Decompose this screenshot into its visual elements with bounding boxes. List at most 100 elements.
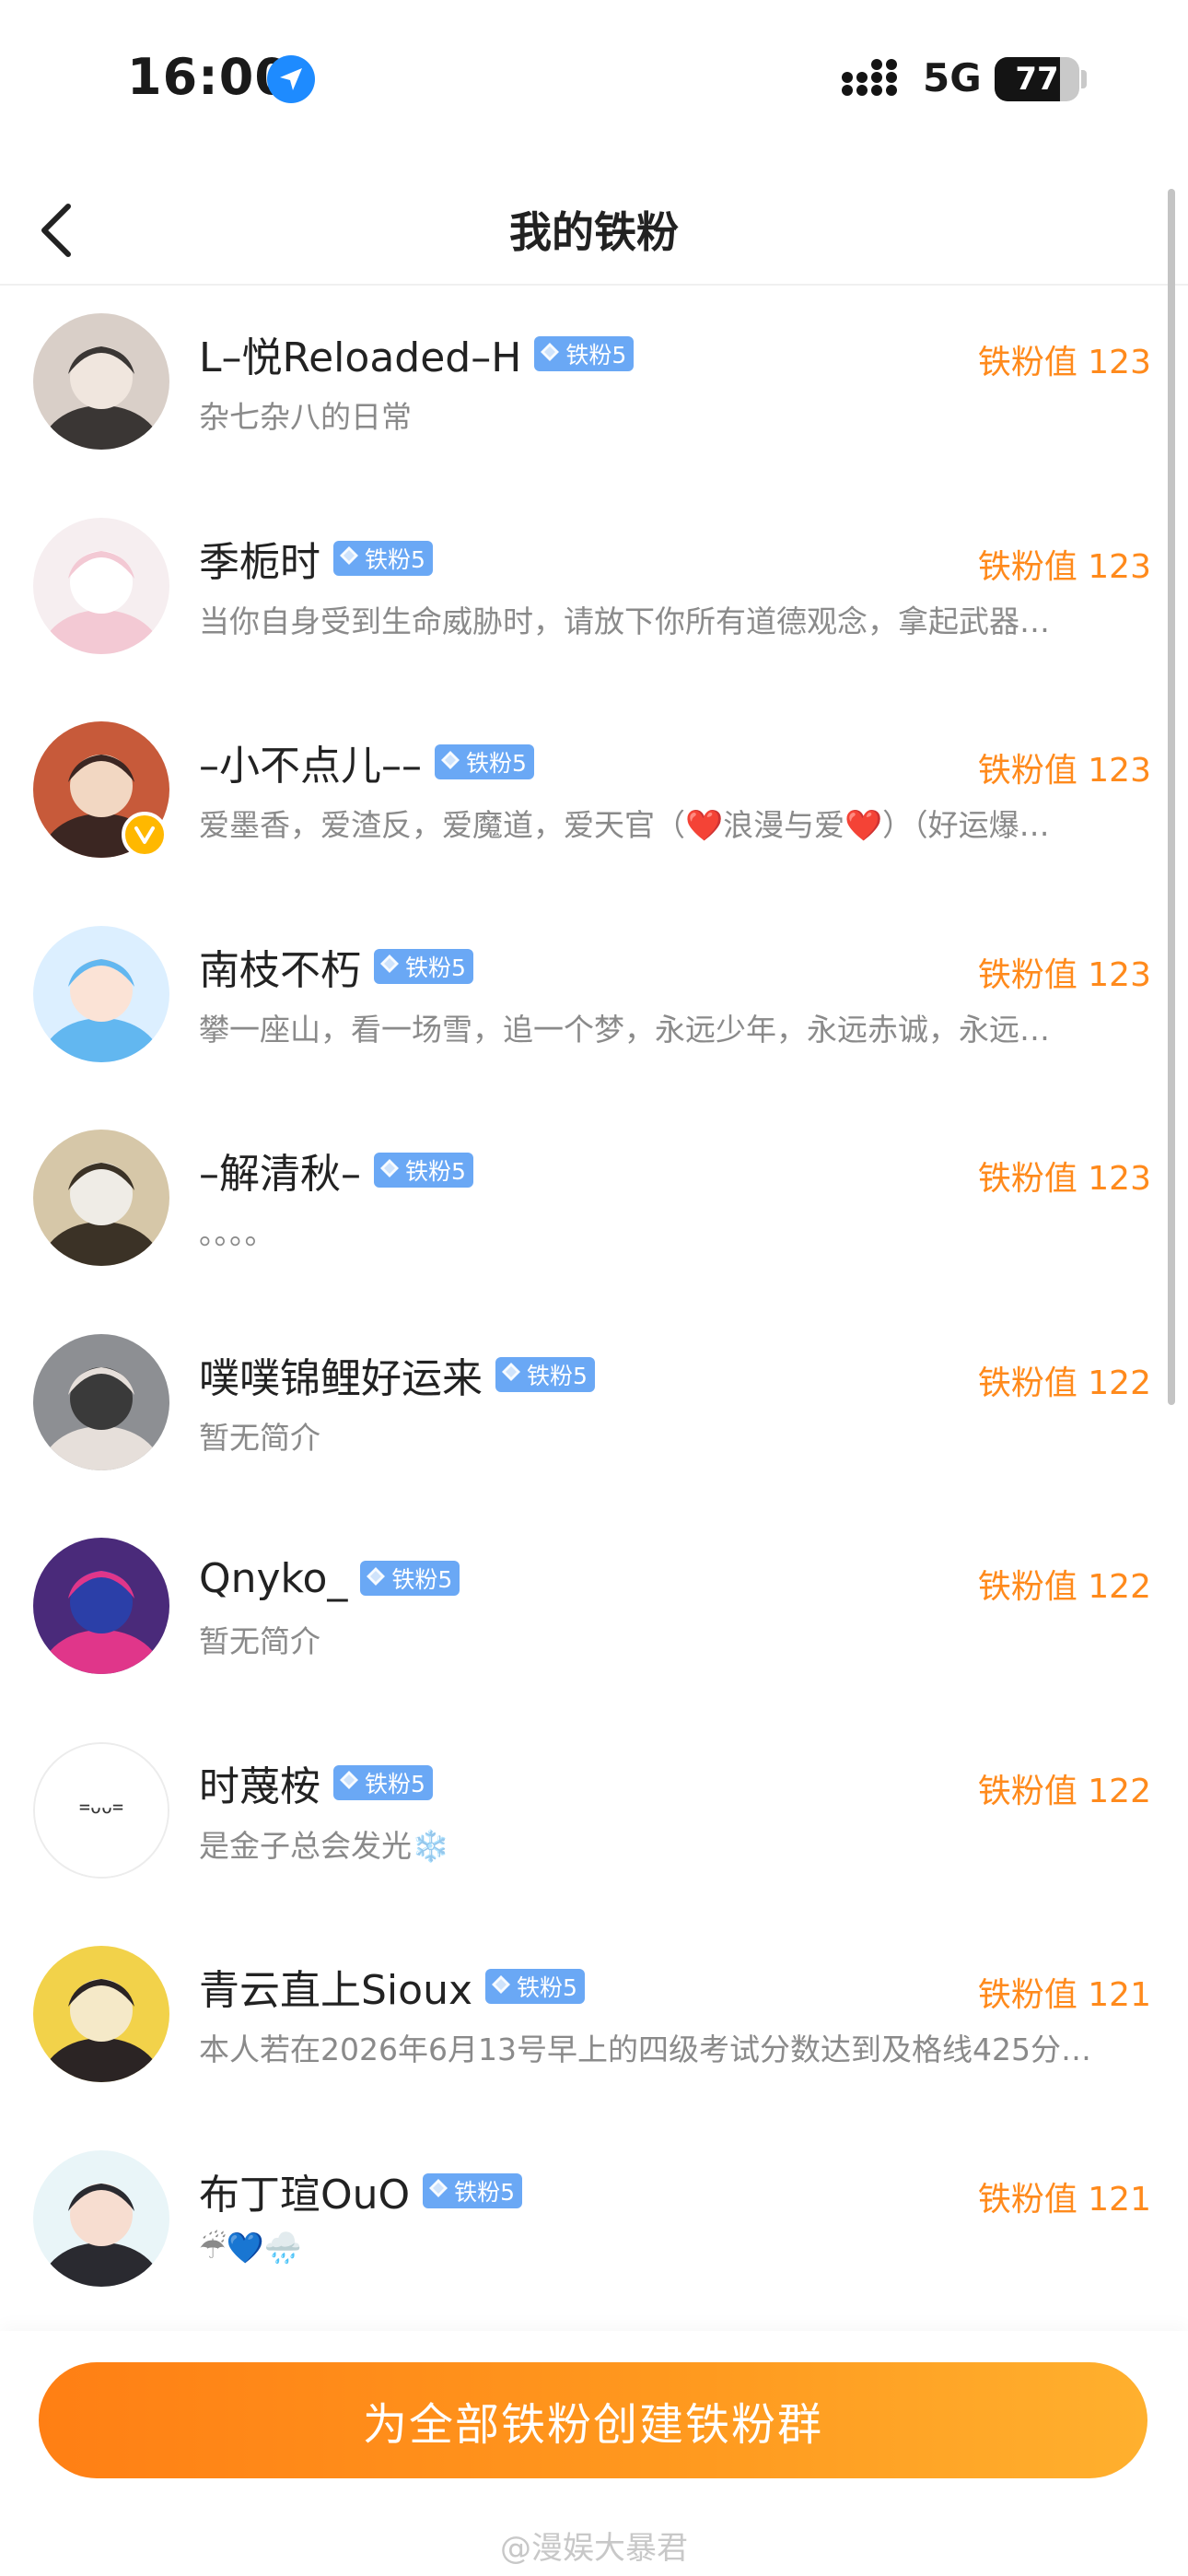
fan-name[interactable]: 南枝不朽 bbox=[199, 937, 361, 996]
avatar[interactable]: =ᴗᴗ= bbox=[33, 1741, 169, 1879]
location-arrow-icon bbox=[267, 55, 315, 103]
badge-label: 铁粉5 bbox=[454, 2178, 516, 2206]
name-line: 南枝不朽 铁粉5 bbox=[199, 939, 473, 994]
name-line: Qnyko_ 铁粉5 bbox=[199, 1551, 460, 1606]
diamond-icon bbox=[501, 1361, 527, 1388]
fan-bio: 本人若在2026年6月13号早上的四级考试分数达到及格线425分… bbox=[199, 2032, 1091, 2067]
badge-label: 铁粉5 bbox=[565, 342, 627, 369]
fan-level-badge: 铁粉5 bbox=[495, 1356, 595, 1392]
fan-level-badge: 铁粉5 bbox=[333, 1764, 433, 1800]
fan-name[interactable]: 噗噗锦鲤好运来 bbox=[199, 1345, 483, 1404]
signal-icon bbox=[842, 59, 897, 96]
battery-level: 77 bbox=[1015, 61, 1059, 98]
diamond-icon bbox=[339, 1769, 365, 1796]
fan-bio: 是金子总会发光❄️ bbox=[199, 1827, 450, 1864]
avatar[interactable] bbox=[33, 1946, 169, 2082]
fan-row[interactable]: L–悦Reloaded–H 铁粉5 铁粉值 123 杂七杂八的日常 bbox=[0, 295, 1188, 499]
fan-name[interactable]: 季栀时 bbox=[199, 529, 320, 588]
avatar[interactable] bbox=[33, 313, 169, 450]
badge-label: 铁粉5 bbox=[405, 954, 466, 981]
name-line: 季栀时 铁粉5 bbox=[199, 531, 433, 586]
fan-name[interactable]: L–悦Reloaded–H bbox=[199, 324, 521, 383]
fan-level-badge: 铁粉5 bbox=[374, 1153, 473, 1188]
name-line: 布丁瑄OuO 铁粉5 bbox=[199, 2161, 523, 2220]
battery-tip bbox=[1081, 70, 1087, 88]
fan-bio: ☔💙🌧️ bbox=[199, 2229, 302, 2266]
avatar[interactable] bbox=[33, 1130, 169, 1266]
bottom-bar: 为全部铁粉创建铁粉群 @漫娱大暴君 bbox=[0, 2331, 1188, 2576]
fan-bio: 暂无简介 bbox=[199, 1419, 320, 1456]
fan-row[interactable]: –解清秋– 铁粉5 铁粉值 123 。。。。 bbox=[0, 1111, 1188, 1316]
fan-value: 铁粉值 123 bbox=[977, 1160, 1151, 1198]
fan-row[interactable]: Qnyko_ 铁粉5 铁粉值 122 暂无简介 bbox=[0, 1519, 1188, 1724]
network-label: 5G bbox=[923, 55, 982, 100]
fan-bio: 。。。。 bbox=[199, 1215, 275, 1251]
fan-row[interactable]: –小不点儿–– 铁粉5 铁粉值 123 爱墨香，爱渣反，爱魔道，爱天官（❤️浪漫与爱❤… bbox=[0, 703, 1188, 907]
fan-bio: 杂七杂八的日常 bbox=[199, 399, 412, 435]
diamond-icon bbox=[440, 749, 466, 776]
name-line: –小不点儿–– 铁粉5 bbox=[199, 734, 534, 790]
create-fan-group-button[interactable]: 为全部铁粉创建铁粉群 bbox=[39, 2362, 1147, 2478]
fan-value: 铁粉值 123 bbox=[977, 344, 1151, 381]
fan-list: L–悦Reloaded–H 铁粉5 铁粉值 123 杂七杂八的日常 季栀时 铁粉5 铁粉值 … bbox=[0, 295, 1188, 2336]
fan-bio: 暂无简介 bbox=[199, 1623, 320, 1659]
fan-row[interactable]: 噗噗锦鲤好运来 铁粉5 铁粉值 122 暂无简介 bbox=[0, 1316, 1188, 1520]
fan-value: 铁粉值 123 bbox=[977, 955, 1151, 994]
avatar[interactable] bbox=[33, 1538, 169, 1674]
fan-level-badge: 铁粉5 bbox=[485, 1969, 585, 2004]
fan-level-badge: 铁粉5 bbox=[435, 744, 534, 779]
name-line: 时蔑桉 铁粉5 bbox=[199, 1755, 433, 1810]
diamond-icon bbox=[379, 953, 405, 979]
battery-icon: 77 bbox=[995, 57, 1079, 101]
diamond-icon bbox=[366, 1565, 391, 1592]
status-bar: 16:00 5G 77 bbox=[0, 0, 1188, 138]
page-title: 我的铁粉 bbox=[509, 207, 679, 257]
fan-bio: 爱墨香，爱渣反，爱魔道，爱天官（❤️浪漫与爱❤️）（好运爆… bbox=[199, 807, 1050, 843]
avatar-text: =ᴗᴗ= bbox=[78, 1795, 124, 1818]
fan-name[interactable]: 布丁瑄OuO bbox=[199, 2161, 410, 2220]
avatar[interactable] bbox=[33, 1333, 169, 1470]
fan-level-badge: 铁粉5 bbox=[374, 948, 473, 984]
fan-name[interactable]: –解清秋– bbox=[199, 1141, 361, 1200]
fan-value: 铁粉值 123 bbox=[977, 752, 1151, 790]
fan-row[interactable]: 南枝不朽 铁粉5 铁粉值 123 攀一座山，看一场雪，追一个梦，永远少年，永远赤诚，永… bbox=[0, 907, 1188, 1112]
clock: 16:00 bbox=[127, 48, 290, 106]
verified-badge-icon bbox=[122, 812, 168, 858]
badge-label: 铁粉5 bbox=[365, 1770, 425, 1797]
avatar[interactable] bbox=[33, 517, 169, 654]
fan-name[interactable]: –小不点儿–– bbox=[199, 732, 422, 791]
diamond-icon bbox=[428, 2177, 454, 2204]
fan-row[interactable]: 青云直上Sioux 铁粉5 铁粉值 121 本人若在2026年6月13号早上的四级考试… bbox=[0, 1927, 1188, 2132]
badge-label: 铁粉5 bbox=[527, 1362, 588, 1389]
avatar[interactable] bbox=[33, 925, 169, 1062]
fan-value: 铁粉值 121 bbox=[977, 1976, 1151, 2014]
name-line: 噗噗锦鲤好运来 铁粉5 bbox=[199, 1347, 595, 1402]
fan-name[interactable]: 时蔑桉 bbox=[199, 1753, 320, 1812]
fan-row[interactable]: 布丁瑄OuO 铁粉5 铁粉值 121 ☔💙🌧️ bbox=[0, 2132, 1188, 2336]
name-line: 青云直上Sioux 铁粉5 bbox=[199, 1959, 585, 2014]
watermark: @漫娱大暴君 bbox=[500, 2530, 688, 2567]
fan-value: 铁粉值 123 bbox=[977, 547, 1151, 586]
diamond-icon bbox=[379, 1157, 405, 1184]
fan-value: 铁粉值 122 bbox=[977, 1772, 1151, 1810]
fan-bio: 攀一座山，看一场雪，追一个梦，永远少年，永远赤诚，永远… bbox=[199, 1011, 1050, 1048]
fan-name[interactable]: Qnyko_ bbox=[199, 1555, 347, 1602]
badge-label: 铁粉5 bbox=[466, 750, 527, 777]
fan-level-badge: 铁粉5 bbox=[534, 336, 635, 371]
fan-value: 铁粉值 122 bbox=[977, 1568, 1151, 1606]
fan-row[interactable]: =ᴗᴗ= 时蔑桉 铁粉5 铁粉值 122 是金子总会发光❄️ bbox=[0, 1724, 1188, 1928]
fan-row[interactable]: 季栀时 铁粉5 铁粉值 123 当你自身受到生命威胁时，请放下你所有道德观念，拿起武器… bbox=[0, 499, 1188, 704]
diamond-icon bbox=[540, 341, 565, 368]
fan-level-badge: 铁粉5 bbox=[360, 1561, 460, 1596]
diamond-icon bbox=[339, 544, 365, 571]
fan-name[interactable]: 青云直上Sioux bbox=[199, 1957, 472, 2016]
badge-label: 铁粉5 bbox=[391, 1566, 453, 1593]
name-line: L–悦Reloaded–H 铁粉5 bbox=[199, 324, 635, 383]
avatar[interactable] bbox=[33, 2149, 169, 2287]
name-line: –解清秋– 铁粉5 bbox=[199, 1142, 473, 1198]
fan-level-badge: 铁粉5 bbox=[423, 2172, 523, 2208]
badge-label: 铁粉5 bbox=[517, 1974, 577, 2001]
fan-level-badge: 铁粉5 bbox=[333, 540, 433, 576]
badge-label: 铁粉5 bbox=[365, 545, 425, 573]
badge-label: 铁粉5 bbox=[405, 1158, 466, 1185]
